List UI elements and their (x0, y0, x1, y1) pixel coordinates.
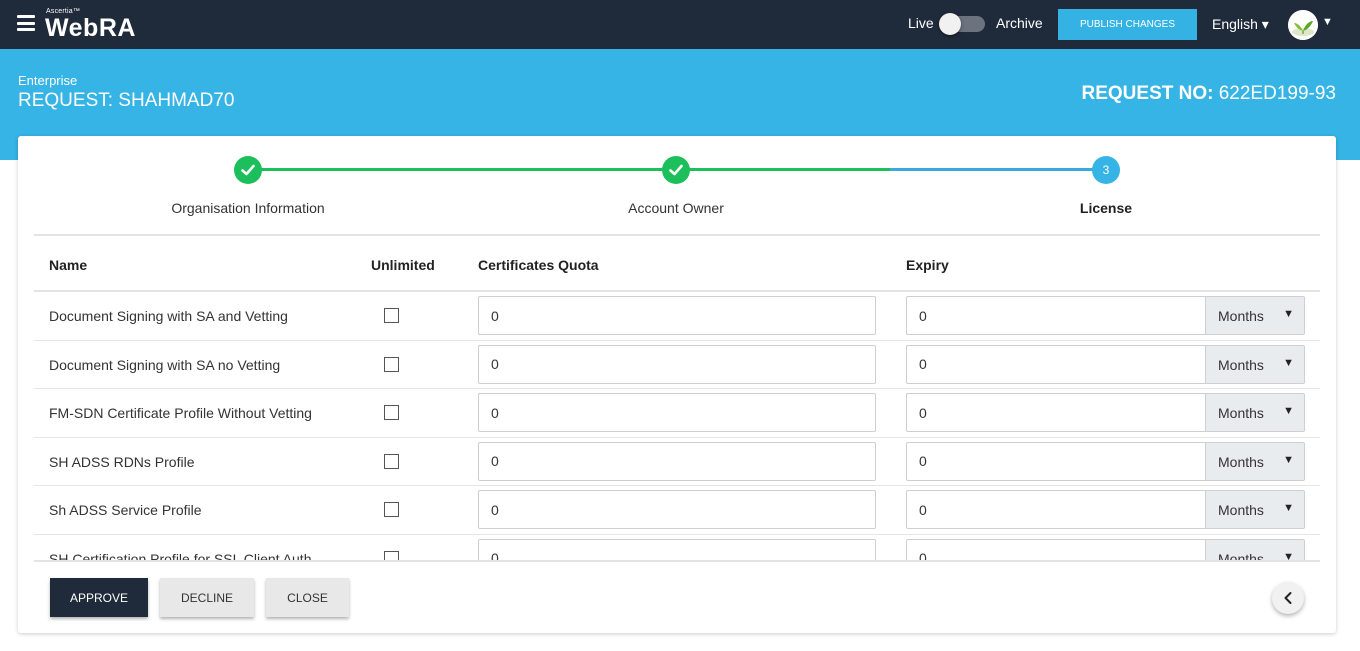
table-row: Sh ADSS Service Profile Months ▼ (34, 486, 1320, 535)
unlimited-checkbox[interactable] (384, 550, 399, 560)
column-header-name: Name (49, 257, 88, 273)
step-1-check-icon[interactable] (234, 156, 262, 184)
expiry-unit-select[interactable]: Months ▼ (1205, 344, 1305, 384)
language-selector[interactable]: English ▾ (1212, 16, 1269, 33)
license-name: Document Signing with SA no Vetting (49, 356, 281, 373)
expiry-unit-value: Months (1218, 453, 1264, 470)
expiry-input[interactable] (906, 393, 1206, 432)
step-2-label[interactable]: Account Owner (566, 200, 786, 216)
license-name: FM-SDN Certificate Profile Without Vetti… (49, 405, 312, 421)
license-name: Sh ADSS Service Profile (49, 502, 202, 518)
column-header-unlimited: Unlimited (371, 257, 435, 273)
toggle-knob (939, 13, 961, 35)
request-number-value: 622ED199-93 (1218, 83, 1336, 104)
table-row: SH ADSS RDNs Profile Months ▼ (34, 438, 1320, 486)
expiry-unit-value: Months (1218, 502, 1264, 518)
step-1-label[interactable]: Organisation Information (138, 200, 358, 216)
live-label: Live (908, 15, 934, 31)
stepper-progress-current (890, 168, 1106, 171)
expiry-input[interactable] (906, 441, 1206, 481)
page-title: REQUEST: SHAHMAD70 (18, 90, 235, 111)
dropdown-caret-icon: ▼ (1283, 502, 1294, 514)
expiry-unit-select[interactable]: Months ▼ (1205, 393, 1305, 432)
quota-input[interactable] (478, 441, 876, 481)
column-header-quota: Certificates Quota (478, 257, 599, 273)
unlimited-checkbox[interactable] (384, 453, 399, 469)
license-name: Document Signing with SA and Vetting (49, 308, 288, 324)
dropdown-caret-icon: ▼ (1283, 308, 1294, 320)
expiry-input[interactable] (906, 296, 1206, 335)
expiry-unit-value: Months (1218, 405, 1264, 421)
user-menu-caret[interactable]: ▼ (1322, 16, 1333, 28)
expiry-unit-select[interactable]: Months ▼ (1205, 441, 1305, 481)
user-avatar[interactable] (1288, 10, 1318, 40)
quota-input[interactable] (478, 393, 876, 432)
expiry-unit-select[interactable]: Months ▼ (1205, 538, 1305, 561)
license-table-body[interactable]: Document Signing with SA and Vetting Mon… (34, 292, 1320, 560)
step-3-label[interactable]: License (996, 200, 1216, 216)
publish-changes-button[interactable]: PUBLISH CHANGES (1058, 9, 1197, 40)
dropdown-caret-icon: ▼ (1283, 550, 1294, 561)
dropdown-caret-icon: ▼ (1283, 405, 1294, 417)
stepper-progress-complete (248, 168, 890, 171)
unlimited-checkbox[interactable] (384, 356, 399, 372)
chevron-left-icon[interactable] (1272, 582, 1304, 614)
app-logo[interactable]: WebRA (45, 15, 136, 41)
divider (34, 234, 1320, 236)
step-3-indicator[interactable]: 3 (1092, 156, 1120, 184)
expiry-unit-select[interactable]: Months ▼ (1205, 490, 1305, 529)
unlimited-checkbox[interactable] (384, 308, 399, 323)
archive-label: Archive (996, 15, 1043, 31)
expiry-input[interactable] (906, 344, 1206, 384)
expiry-input[interactable] (906, 538, 1206, 560)
request-category: Enterprise (18, 73, 78, 88)
menu-icon[interactable] (17, 15, 35, 31)
expiry-unit-value: Months (1218, 356, 1264, 373)
quota-input[interactable] (478, 490, 876, 529)
license-name: SH Certification Profile for SSL Client … (49, 550, 312, 561)
expiry-unit-value: Months (1218, 308, 1264, 324)
step-2-check-icon[interactable] (662, 156, 690, 184)
approve-button[interactable]: APPROVE (50, 578, 148, 617)
request-number-label: REQUEST NO: (1081, 83, 1214, 104)
quota-input[interactable] (478, 538, 876, 560)
expiry-input[interactable] (906, 490, 1206, 529)
table-row: SH Certification Profile for SSL Client … (34, 535, 1320, 561)
table-row: FM-SDN Certificate Profile Without Vetti… (34, 389, 1320, 438)
dropdown-caret-icon: ▼ (1283, 453, 1294, 466)
expiry-unit-select[interactable]: Months ▼ (1205, 296, 1305, 335)
quota-input[interactable] (478, 344, 876, 384)
unlimited-checkbox[interactable] (384, 405, 399, 420)
expiry-unit-value: Months (1218, 550, 1264, 561)
request-number: REQUEST NO: 622ED199-93 (1082, 83, 1337, 105)
live-archive-toggle[interactable] (939, 13, 985, 35)
divider (34, 560, 1320, 562)
table-row: Document Signing with SA no Vetting Mont… (34, 341, 1320, 389)
dropdown-caret-icon: ▼ (1283, 356, 1294, 369)
quota-input[interactable] (478, 296, 876, 335)
column-header-expiry: Expiry (906, 257, 949, 273)
table-row: Document Signing with SA and Vetting Mon… (34, 292, 1320, 341)
unlimited-checkbox[interactable] (384, 502, 399, 517)
close-button[interactable]: CLOSE (266, 578, 349, 617)
avatar-image (1288, 10, 1318, 40)
license-name: SH ADSS RDNs Profile (49, 453, 195, 470)
decline-button[interactable]: DECLINE (160, 578, 254, 617)
